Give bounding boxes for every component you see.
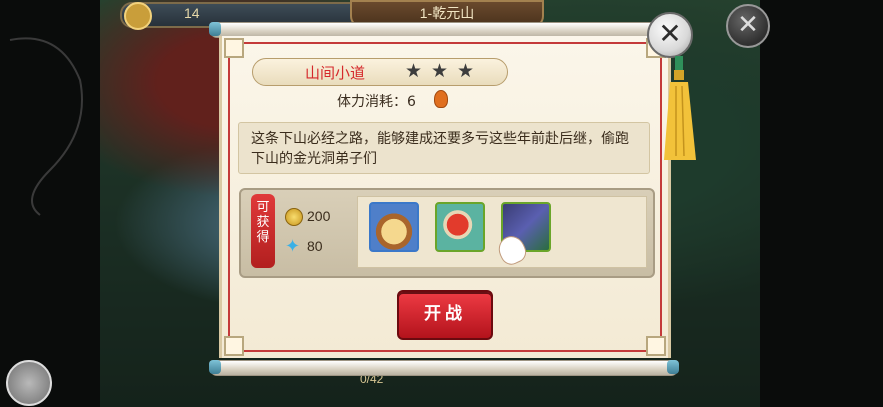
- stage-name: 山间小道: [305, 64, 366, 82]
- menu-button[interactable]: [6, 360, 52, 406]
- stamina-cost: 体力消耗：6: [337, 94, 416, 110]
- star-icon: ★: [405, 60, 423, 82]
- star-icon: ★: [457, 60, 475, 82]
- stage-name-ribbon: 山间小道 ★ ★ ★: [252, 58, 508, 86]
- start-battle-button[interactable]: 开战: [397, 290, 493, 340]
- coin-icon: [285, 208, 303, 226]
- avatar: [124, 2, 152, 30]
- close-icon[interactable]: ✕: [647, 12, 693, 58]
- stage-description: 这条下山必经之路，能够建成还要多亏这些年前赴后继，偷跑下山的金光洞弟子们: [251, 131, 629, 167]
- tassel-icon: [664, 56, 696, 160]
- stamina-drumstick-icon: [434, 90, 448, 108]
- rewards-panel: 可获得 200 ✦ 80: [239, 188, 655, 278]
- gem-reward: 80: [307, 238, 323, 254]
- decorative-swirl-icon: [9, 37, 83, 216]
- scroll-bottom-rod: [209, 360, 679, 376]
- stage-dialog: 山间小道 ★ ★ ★ 体力消耗：6 这条下山必经之路，能够建成还要多亏这些年前赴…: [219, 36, 671, 358]
- coin-reward: 200: [307, 208, 331, 224]
- steamed-bun-icon[interactable]: [369, 202, 419, 252]
- outer-close-button[interactable]: ✕: [726, 4, 770, 48]
- obtainable-tag: 可获得: [251, 194, 275, 268]
- gem-icon: ✦: [285, 236, 301, 257]
- description-box: 这条下山必经之路，能够建成还要多亏这些年前赴后继，偷跑下山的金光洞弟子们: [238, 122, 650, 174]
- player-count: 14: [184, 5, 200, 21]
- star-icon: ★: [431, 60, 449, 82]
- drum-icon[interactable]: [435, 202, 485, 252]
- right-letterbox: [760, 0, 883, 407]
